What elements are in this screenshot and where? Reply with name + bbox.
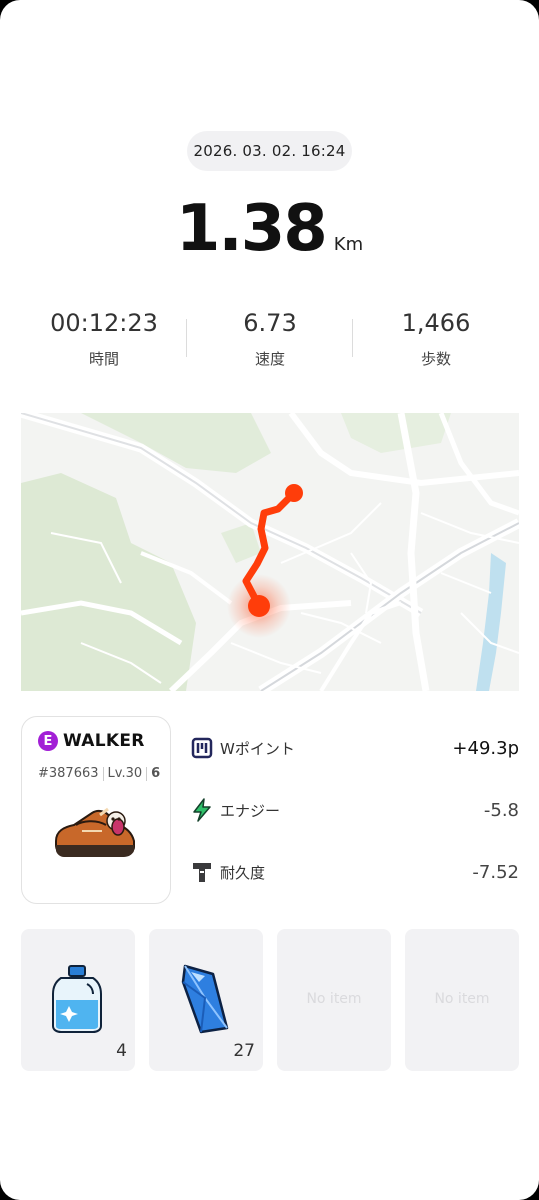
walker-grade-badge: E	[38, 731, 58, 751]
reward-value: +49.3p	[452, 737, 519, 759]
reward-label: 耐久度	[220, 863, 266, 882]
empty-slot-label: No item	[434, 991, 490, 1007]
walker-extra-icon: 6	[151, 766, 161, 781]
reward-row-energy: エナジー -5.8	[190, 794, 519, 826]
reward-label: Wポイント	[220, 739, 295, 758]
stat-steps-label: 歩数	[420, 350, 451, 368]
walker-id: #387663	[38, 766, 99, 781]
walker-card[interactable]: E WALKER #387663 Lv.30 6	[21, 716, 171, 904]
item-count: 27	[233, 1041, 255, 1061]
stat-speed-value: 6.73	[243, 309, 297, 337]
w-point-icon	[190, 736, 214, 760]
stats-divider	[352, 319, 353, 357]
stat-speed-label: 速度	[254, 350, 285, 368]
reward-row-durability: 耐久度 -7.52	[190, 856, 519, 888]
walker-level: Lv.30	[107, 766, 143, 781]
map-river	[476, 553, 506, 691]
datetime-pill: 2026. 03. 02. 16:24	[187, 131, 352, 171]
detergent-bottle-icon	[51, 964, 103, 1038]
stats-row: 00:12:23 時間 6.73 速度 1,466 歩数	[21, 304, 519, 374]
map-park-area	[341, 413, 451, 453]
stat-steps: 1,466 歩数	[353, 304, 519, 374]
item-count: 4	[116, 1041, 127, 1061]
datetime-text: 2026. 03. 02. 16:24	[193, 142, 346, 160]
workout-result-page: 2026. 03. 02. 16:24 1.38 Km 00:12:23 時間 …	[0, 0, 539, 1200]
walker-name: WALKER	[63, 731, 145, 751]
stat-time-label: 時間	[88, 350, 119, 368]
energy-bolt-icon	[190, 798, 214, 822]
item-grid: 4 27 No item No item	[21, 929, 519, 1071]
blue-crystal-icon	[179, 962, 231, 1040]
item-slot-empty: No item	[405, 929, 519, 1071]
item-slot-crystal[interactable]: 27	[149, 929, 263, 1071]
walker-meta: #387663 Lv.30 6	[38, 766, 160, 781]
route-end-point	[248, 595, 270, 617]
stat-time-value: 00:12:23	[50, 309, 158, 337]
route-map[interactable]	[21, 413, 519, 691]
stat-steps-value: 1,466	[401, 309, 471, 337]
stat-time: 00:12:23 時間	[21, 304, 187, 374]
stats-divider	[186, 319, 187, 357]
reward-list: Wポイント +49.3p エナジー -5.8 耐久度 -7.52	[190, 716, 519, 902]
reward-value: -7.52	[472, 861, 519, 883]
map-park-area	[21, 473, 196, 691]
empty-slot-label: No item	[306, 991, 362, 1007]
walker-title: E WALKER	[38, 731, 145, 751]
item-slot-empty: No item	[277, 929, 391, 1071]
map-canvas	[21, 413, 519, 691]
reward-value: -5.8	[483, 799, 519, 821]
distance-value: 1.38	[175, 192, 328, 266]
distance-display: 1.38 Km	[0, 192, 539, 266]
item-slot-detergent[interactable]: 4	[21, 929, 135, 1071]
meta-divider	[102, 766, 104, 781]
walker-shoe-icon	[52, 805, 138, 867]
meta-divider	[146, 766, 148, 781]
durability-icon	[190, 860, 214, 884]
route-start-point	[285, 484, 303, 502]
reward-row-wpoint: Wポイント +49.3p	[190, 732, 519, 764]
distance-unit: Km	[333, 234, 364, 255]
stat-speed: 6.73 速度	[187, 304, 353, 374]
reward-label: エナジー	[220, 801, 281, 820]
